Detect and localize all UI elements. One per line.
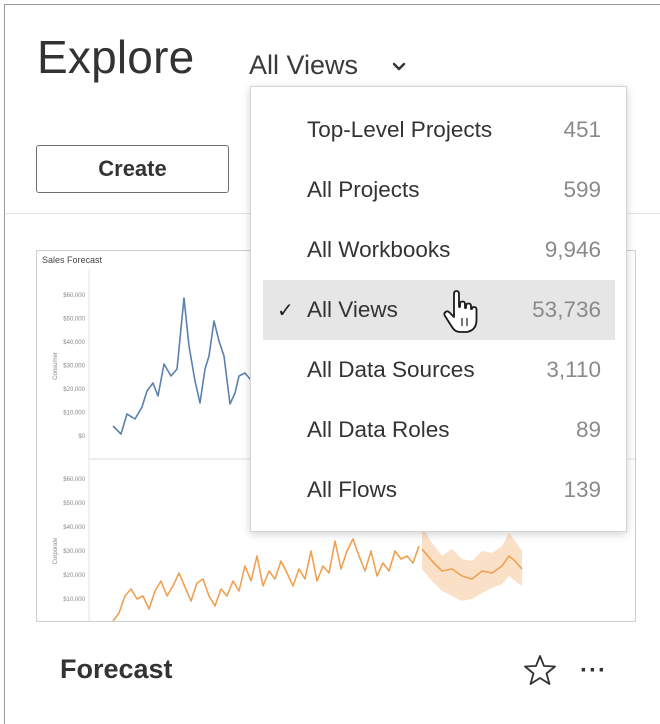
- menu-item-label: All Data Sources: [307, 357, 475, 382]
- view-selector[interactable]: All Views: [249, 50, 406, 82]
- y-tick-label: $30,000: [63, 364, 85, 370]
- menu-item-count: 599: [563, 177, 601, 202]
- menu-item-label: All Projects: [307, 177, 420, 202]
- more-actions-button[interactable]: ···: [580, 657, 607, 685]
- y-axis-label: Consumer: [53, 352, 59, 380]
- menu-item-label: All Data Roles: [307, 417, 450, 442]
- page-title: Explore: [37, 31, 195, 83]
- y-tick-label: $40,000: [63, 340, 85, 346]
- menu-item-all-flows[interactable]: All Flows 139: [263, 460, 615, 520]
- menu-item-all-data-roles[interactable]: All Data Roles 89: [263, 400, 615, 460]
- menu-item-count: 451: [563, 117, 601, 142]
- y-tick-label: $30,000: [63, 549, 85, 555]
- menu-item-count: 139: [563, 477, 601, 502]
- checkmark-icon: ✓: [277, 299, 294, 322]
- y-axis-label: Corporate: [53, 537, 59, 564]
- y-tick-label: $10,000: [63, 411, 85, 417]
- menu-item-all-projects[interactable]: All Projects 599: [263, 160, 615, 220]
- star-outline-icon[interactable]: [524, 654, 556, 686]
- menu-item-all-data-sources[interactable]: All Data Sources 3,110: [263, 340, 615, 400]
- create-button[interactable]: Create: [36, 145, 229, 193]
- y-tick-label: $40,000: [63, 525, 85, 531]
- menu-item-count: 3,110: [546, 357, 601, 382]
- y-tick-label: $50,000: [63, 501, 85, 507]
- chevron-down-icon: [392, 48, 406, 79]
- y-tick-label: $10,000: [63, 597, 85, 603]
- menu-item-label: All Flows: [307, 477, 398, 502]
- forecast-band: [422, 526, 522, 601]
- menu-item-count: 9,946: [544, 237, 601, 262]
- menu-item-all-workbooks[interactable]: All Workbooks 9,946: [263, 220, 615, 280]
- card-name[interactable]: Forecast: [60, 654, 173, 685]
- y-tick-label: $60,000: [63, 293, 85, 299]
- corporate-series-line: [112, 538, 420, 621]
- view-selector-label: All Views: [249, 50, 359, 80]
- menu-item-count: 53,736: [532, 297, 601, 322]
- menu-item-label: All Workbooks: [307, 237, 451, 262]
- menu-item-all-views[interactable]: ✓ All Views 53,736: [263, 280, 615, 340]
- menu-item-count: 89: [575, 417, 601, 442]
- y-tick-label: $20,000: [63, 387, 85, 393]
- y-tick-label: $60,000: [63, 477, 85, 483]
- menu-item-label: All Views: [307, 297, 398, 322]
- y-tick-label: $0: [78, 434, 85, 440]
- hand-pointer-icon: [442, 290, 478, 334]
- y-tick-label: $20,000: [63, 573, 85, 579]
- view-filter-menu: Top-Level Projects 451 All Projects 599 …: [250, 86, 627, 532]
- menu-item-label: Top-Level Projects: [307, 117, 493, 142]
- y-tick-label: $50,000: [63, 317, 85, 323]
- menu-item-top-level-projects[interactable]: Top-Level Projects 451: [263, 100, 615, 160]
